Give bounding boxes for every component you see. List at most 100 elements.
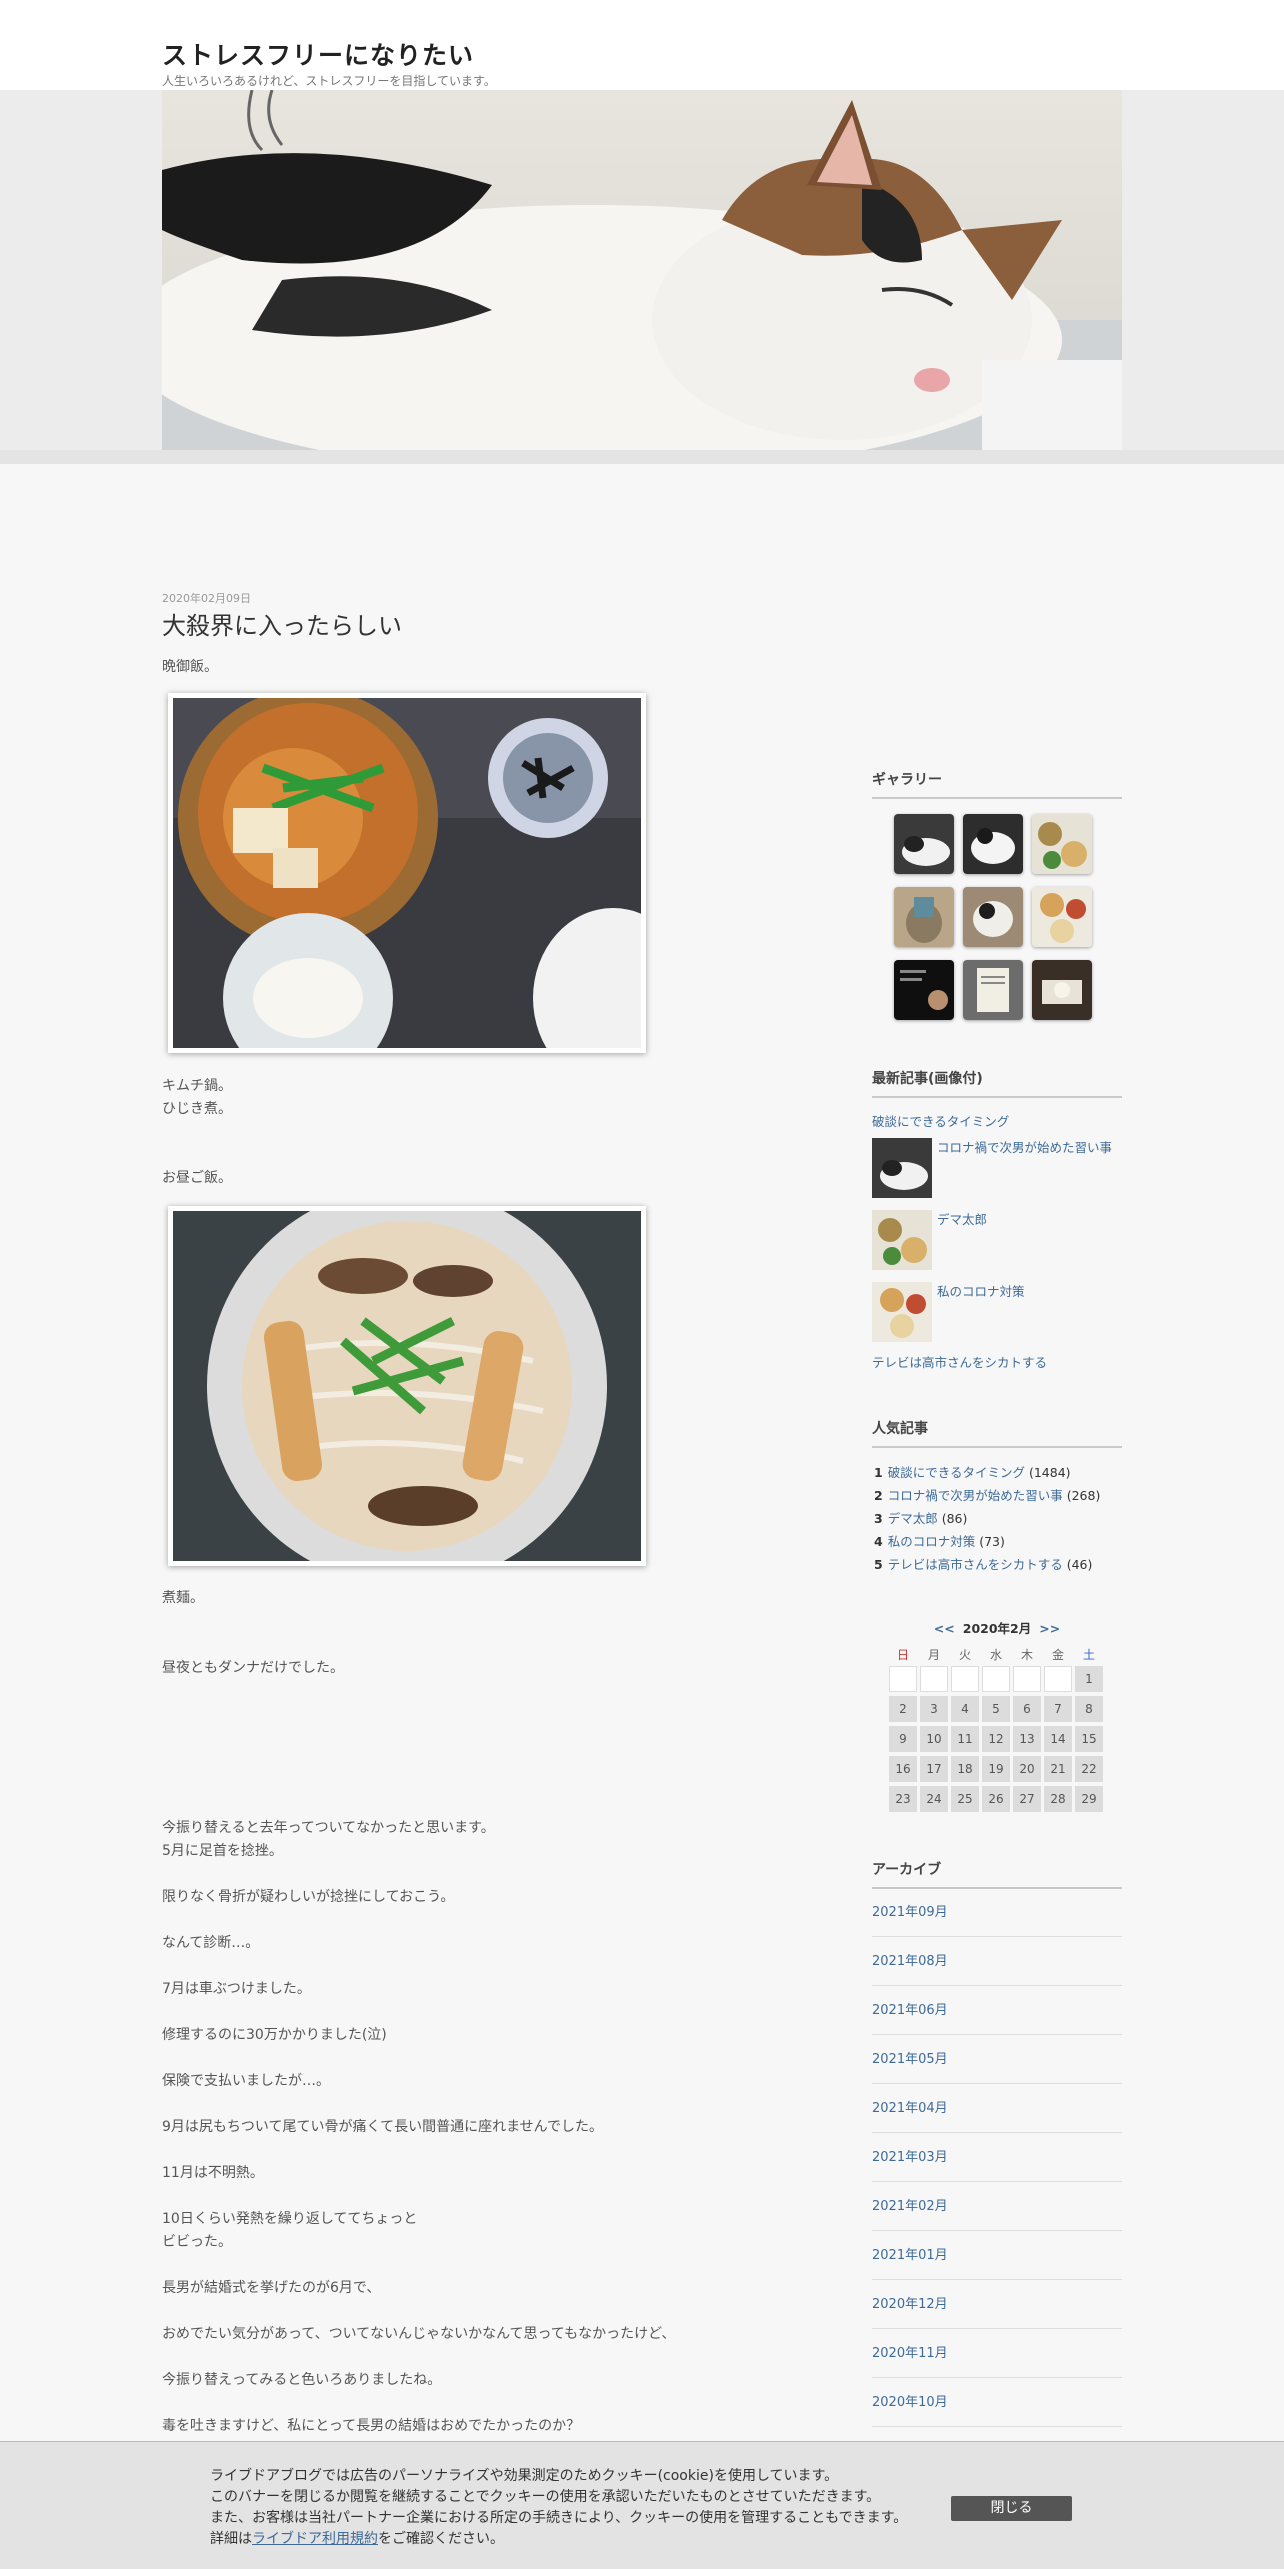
calendar-empty-cell [951, 1666, 979, 1692]
recent-post-link[interactable]: 破談にできるタイミング [872, 1111, 1009, 1130]
post-paragraph: 7月は車ぶつけました。 [162, 1981, 311, 1997]
recent-post-link[interactable]: 私のコロナ対策 [937, 1281, 1025, 1300]
calendar-day: 2 [889, 1696, 917, 1722]
post-paragraph: ひじき煮。 [162, 1101, 232, 1117]
recent-post-thumbnail[interactable] [872, 1210, 932, 1270]
archive-item: 2020年12月 [872, 2280, 1122, 2329]
popular-post-item: 3 デマ太郎 (86) [874, 1511, 968, 1526]
header-bottom-border [0, 450, 1284, 464]
post-paragraph: 5月に足首を捻挫。 [162, 1843, 283, 1859]
post-date: 2020年02月09日 [162, 592, 251, 605]
gallery-thumbnail[interactable] [1032, 814, 1092, 874]
popular-post-item: 1 破談にできるタイミング (1484) [874, 1465, 1071, 1480]
calendar-day: 28 [1044, 1786, 1072, 1812]
post-paragraph: 煮麺。 [162, 1590, 204, 1606]
post-paragraph: 保険で支払いましたが…。 [162, 2073, 330, 2089]
calendar-month-label: 2020年2月 [962, 1621, 1032, 1636]
archive-link[interactable]: 2021年09月 [872, 1905, 948, 1920]
nyumen-photo[interactable] [168, 1206, 646, 1566]
cookie-consent-banner: ライブドアブログでは広告のパーソナライズや効果測定のためクッキー(cookie)… [0, 2441, 1284, 2569]
archive-item: 2021年08月 [872, 1937, 1122, 1986]
calendar-day: 13 [1013, 1726, 1041, 1752]
calendar-weekday-label: 水 [989, 1648, 1002, 1662]
gallery-thumbnail[interactable] [1032, 887, 1092, 947]
recent-post-link[interactable]: デマ太郎 [937, 1209, 987, 1228]
archive-link[interactable]: 2020年10月 [872, 2395, 948, 2410]
archive-link[interactable]: 2021年08月 [872, 1954, 948, 1969]
post-paragraph: 毒を吐きますけど、私にとって長男の結婚はおめでたかったのか？ [162, 2418, 581, 2434]
calendar-day: 27 [1013, 1786, 1041, 1812]
calendar-day: 8 [1075, 1696, 1103, 1722]
calendar-day: 12 [982, 1726, 1010, 1752]
archive-link[interactable]: 2020年12月 [872, 2297, 948, 2312]
popular-post-link[interactable]: 私のコロナ対策 [888, 1534, 976, 1549]
popular-post-link[interactable]: コロナ禍で次男が始めた習い事 [888, 1488, 1063, 1503]
calendar-next-month-link[interactable]: >> [1039, 1621, 1060, 1636]
post-paragraph: ビビった。 [162, 2234, 232, 2250]
calendar-day: 29 [1075, 1786, 1103, 1812]
gallery-thumbnail[interactable] [1032, 960, 1092, 1020]
calendar-prev-month-link[interactable]: << [934, 1621, 955, 1636]
calendar-weekday-label: 火 [958, 1648, 971, 1662]
calendar-day: 20 [1013, 1756, 1041, 1782]
calendar-weekday-label: 土 [1082, 1648, 1095, 1662]
archive-link[interactable]: 2021年02月 [872, 2199, 948, 2214]
gallery-thumbnail[interactable] [963, 887, 1023, 947]
post-paragraph: おめでたい気分があって、ついてないんじゃないかなんて思ってもなかったけど、 [162, 2326, 676, 2342]
kimchi-nabe-photo[interactable] [168, 693, 646, 1053]
gallery-heading: ギャラリー [872, 769, 1122, 799]
terms-of-use-link[interactable]: ライブドア利用規約 [252, 2531, 378, 2547]
gallery-thumbnail[interactable] [894, 960, 954, 1020]
post-title[interactable]: 大殺界に入ったらしい [162, 606, 402, 641]
gallery-thumbnail[interactable] [963, 960, 1023, 1020]
cookie-notice-text: 詳細はライブドア利用規約をご確認ください。 [210, 2531, 504, 2547]
gallery-thumbnail[interactable] [894, 814, 954, 874]
calendar-empty-cell [889, 1666, 917, 1692]
archive-link[interactable]: 2021年06月 [872, 2003, 948, 2018]
calendar-day: 16 [889, 1756, 917, 1782]
calendar-day: 9 [889, 1726, 917, 1752]
cookie-notice-text: ライブドアブログでは広告のパーソナライズや効果測定のためクッキー(cookie)… [210, 2468, 839, 2484]
calendar-day: 10 [920, 1726, 948, 1752]
archive-link[interactable]: 2020年11月 [872, 2346, 948, 2361]
calendar-day: 7 [1044, 1696, 1072, 1722]
archive-item: 2021年06月 [872, 1986, 1122, 2035]
calendar-empty-cell [920, 1666, 948, 1692]
popular-post-link[interactable]: 破談にできるタイミング [888, 1465, 1025, 1480]
calendar-day: 22 [1075, 1756, 1103, 1782]
gallery-thumbnail[interactable] [894, 887, 954, 947]
archive-link[interactable]: 2021年03月 [872, 2150, 948, 2165]
calendar-day: 26 [982, 1786, 1010, 1812]
calendar-day: 6 [1013, 1696, 1041, 1722]
archive-link[interactable]: 2021年01月 [872, 2248, 948, 2263]
post-paragraph: 晩御飯。 [162, 659, 218, 675]
archive-link[interactable]: 2021年04月 [872, 2101, 948, 2116]
recent-post-thumbnail[interactable] [872, 1138, 932, 1198]
calendar-weekday-label: 月 [927, 1648, 940, 1662]
calendar-day: 23 [889, 1786, 917, 1812]
post-paragraph: 11月は不明熱。 [162, 2165, 264, 2181]
popular-post-item: 4 私のコロナ対策 (73) [874, 1534, 1005, 1549]
archive-item: 2021年09月 [872, 1888, 1122, 1937]
popular-post-item: 2 コロナ禍で次男が始めた習い事 (268) [874, 1488, 1101, 1503]
gallery-thumbnail[interactable] [963, 814, 1023, 874]
calendar-header: << 2020年2月 >> [872, 1618, 1122, 1637]
calendar-day: 24 [920, 1786, 948, 1812]
popular-post-item: 5 テレビは高市さんをシカトする (46) [874, 1557, 1093, 1572]
post-paragraph: 限りなく骨折が疑わしいが捻挫にしておこう。 [162, 1889, 455, 1905]
archive-link[interactable]: 2021年05月 [872, 2052, 948, 2067]
calendar-weekday-label: 日 [896, 1648, 909, 1662]
recent-posts-heading: 最新記事(画像付) [872, 1068, 1122, 1098]
popular-post-link[interactable]: デマ太郎 [888, 1511, 938, 1526]
calendar-empty-cell [1044, 1666, 1072, 1692]
recent-post-thumbnail[interactable] [872, 1282, 932, 1342]
popular-post-link[interactable]: テレビは高市さんをシカトする [888, 1557, 1063, 1572]
blog-title[interactable]: ストレスフリーになりたい [162, 36, 474, 72]
calendar-day: 3 [920, 1696, 948, 1722]
recent-post-link[interactable]: コロナ禍で次男が始めた習い事 [937, 1137, 1112, 1156]
recent-post-link[interactable]: テレビは高市さんをシカトする [872, 1352, 1047, 1371]
calendar-day: 19 [982, 1756, 1010, 1782]
archive-item: 2021年05月 [872, 2035, 1122, 2084]
popular-posts-heading: 人気記事 [872, 1418, 1122, 1448]
cookie-close-button[interactable]: 閉じる [951, 2496, 1072, 2521]
